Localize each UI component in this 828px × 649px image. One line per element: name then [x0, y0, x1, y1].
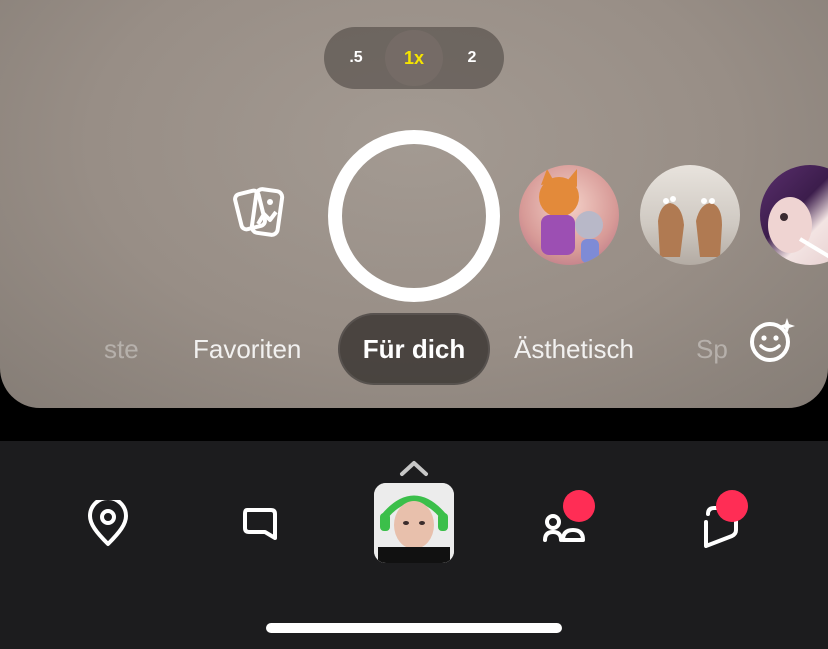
- tab-favoriten[interactable]: Favoriten: [193, 313, 301, 385]
- home-indicator[interactable]: [266, 623, 562, 633]
- tab-next[interactable]: Sp: [696, 313, 728, 385]
- avatar-image: [374, 483, 454, 563]
- lens-category-tabs: ste Favoriten Für dich Ästhetisch Sp: [0, 313, 828, 385]
- chevron-up-icon[interactable]: [398, 458, 430, 478]
- camera-viewfinder[interactable]: .5 1x 2 ste Favoriten Für dich Ästhetisc…: [0, 0, 828, 408]
- stories-notification-badge: [716, 490, 748, 522]
- tab-aesthetisch[interactable]: Ästhetisch: [514, 313, 634, 385]
- lens-thumbnail-icon: [658, 196, 722, 257]
- sparkle-smiley-icon: [750, 318, 795, 362]
- tab-fuer-dich[interactable]: Für dich: [338, 313, 490, 385]
- profile-avatar-button[interactable]: [374, 483, 454, 563]
- friends-notification-badge: [563, 490, 595, 522]
- map-pin-icon[interactable]: [86, 500, 130, 548]
- memories-icon: [233, 187, 285, 237]
- capture-button[interactable]: [328, 130, 500, 302]
- memories-button[interactable]: [228, 184, 292, 244]
- tab-prev[interactable]: ste: [104, 313, 139, 385]
- zoom-option-1x[interactable]: 1x: [385, 30, 443, 86]
- zoom-selector: .5 1x 2: [324, 27, 504, 89]
- lens-thumbnail-icon: [539, 169, 603, 263]
- lens-item[interactable]: [519, 165, 619, 265]
- lens-explorer-button[interactable]: [748, 316, 796, 364]
- lens-thumbnail-icon: [768, 197, 828, 259]
- zoom-option-2[interactable]: 2: [450, 27, 494, 89]
- zoom-option-0-5[interactable]: .5: [334, 27, 378, 89]
- lens-item[interactable]: [760, 165, 828, 265]
- lens-item[interactable]: [640, 165, 740, 265]
- chat-icon[interactable]: [238, 500, 282, 548]
